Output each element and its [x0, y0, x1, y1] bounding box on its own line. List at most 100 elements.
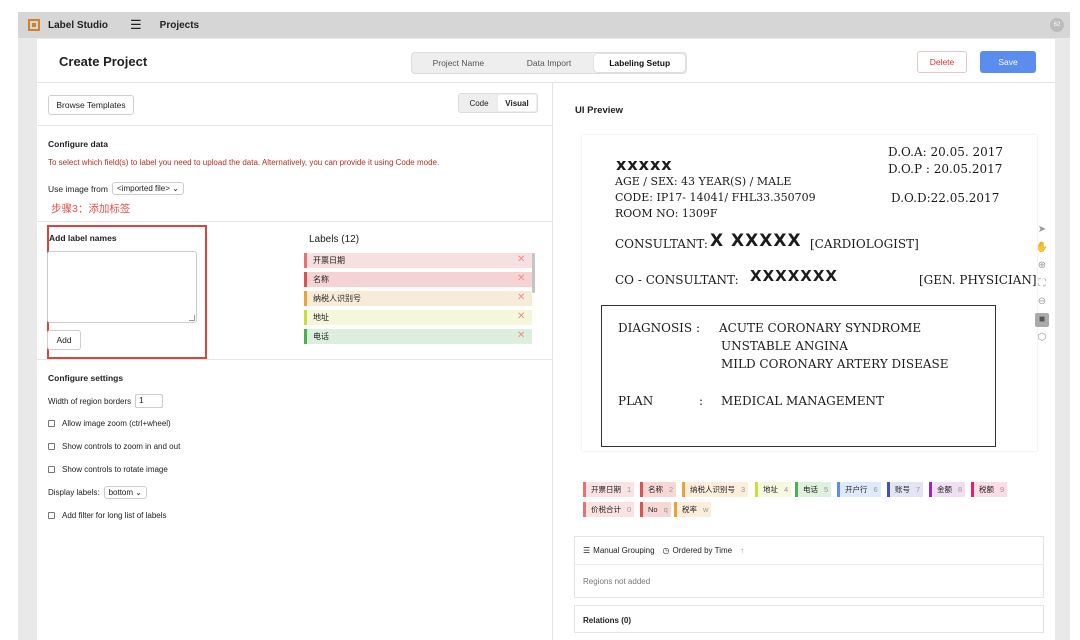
doc-patient-name: xxxxx [616, 155, 673, 174]
display-labels-select[interactable]: bottom ⌄ [103, 486, 147, 499]
image-toolbar: ➤ ✋ ⊕ ⛶ ⊖ ■ ⬡ [1033, 223, 1051, 383]
label-tag-name: 价税合计 [591, 505, 621, 514]
label-tag-hotkey: 5 [824, 485, 829, 494]
doc-co-consultant-name: XXXXXXX [750, 267, 838, 285]
remove-label-icon[interactable]: ✕ [517, 273, 525, 284]
wizard-tabs: Project Name Data Import Labeling Setup [411, 52, 687, 74]
long-list-filter-setting[interactable]: Add filter for long list of labels [48, 511, 167, 520]
rotate-controls-checkbox[interactable] [48, 466, 55, 473]
label-tag[interactable]: 税率 w [674, 502, 712, 517]
rect-icon[interactable]: ■ [1035, 313, 1049, 327]
step-annotation: 步骤3：添加标签 [51, 203, 131, 215]
save-button[interactable]: Save [980, 51, 1036, 73]
allow-zoom-label: Allow image zoom (ctrl+wheel) [62, 419, 171, 428]
label-tag-hotkey: 8 [958, 485, 963, 494]
doc-dod: D.O.D:22.05.2017 [891, 191, 1000, 205]
labels-heading: Labels (12) [309, 234, 360, 245]
label-tag-hotkey: 4 [784, 485, 789, 494]
rotate-controls-setting[interactable]: Show controls to rotate image [48, 465, 168, 474]
page-title: Create Project [59, 54, 148, 69]
doc-consultant-role: [CARDIOLOGIST] [810, 237, 919, 251]
label-names-textarea[interactable] [47, 251, 197, 323]
delete-button[interactable]: Delete [917, 51, 967, 73]
hand-icon[interactable]: ✋ [1035, 241, 1049, 255]
regions-empty-text: Regions not added [583, 576, 651, 586]
label-item: 地址 [304, 310, 532, 325]
label-item-name: 地址 [313, 313, 329, 322]
code-view-button[interactable]: Code [460, 95, 498, 111]
remove-label-icon[interactable]: ✕ [517, 311, 525, 322]
doc-consultant-name: X XXXXX [710, 231, 802, 251]
doc-diagnosis-label: DIAGNOSIS : [618, 321, 700, 335]
label-tag[interactable]: 电话 5 [795, 482, 832, 497]
label-tag[interactable]: 税额 9 [971, 482, 1008, 497]
label-tag-hotkey: 9 [1000, 485, 1005, 494]
avatar[interactable]: 62 [1050, 18, 1064, 32]
display-labels-value: bottom [108, 488, 134, 497]
regions-toolbar: ☰ Manual Grouping ◷ Ordered by Time ↑ [575, 537, 1043, 565]
fit-icon[interactable]: ⛶ [1035, 277, 1049, 291]
label-tag[interactable]: 开票日期 1 [583, 482, 635, 497]
label-tag[interactable]: No q [640, 502, 671, 517]
use-image-from-value: <imported file> [117, 184, 170, 193]
add-label-button[interactable]: Add [47, 330, 81, 350]
region-border-width-input[interactable]: 1 [135, 394, 164, 408]
tab-data-import[interactable]: Data Import [504, 54, 595, 72]
ordered-by-time-button[interactable]: Ordered by Time [673, 546, 733, 555]
label-studio-logo-icon [28, 19, 40, 31]
menu-icon[interactable]: ☰ [130, 17, 142, 33]
label-tag[interactable]: 金额 8 [929, 482, 966, 497]
sort-arrow-icon[interactable]: ↑ [740, 546, 744, 555]
upload-warning: To select which field(s) to label you ne… [48, 158, 440, 167]
remove-label-icon[interactable]: ✕ [517, 254, 525, 265]
remove-label-icon[interactable]: ✕ [517, 330, 525, 341]
long-list-filter-checkbox[interactable] [48, 512, 55, 519]
browse-templates-button[interactable]: Browse Templates [48, 95, 134, 115]
zoom-controls-setting[interactable]: Show controls to zoom in and out [48, 442, 180, 451]
label-tag[interactable]: 开户行 6 [837, 482, 881, 497]
allow-zoom-setting[interactable]: Allow image zoom (ctrl+wheel) [48, 419, 171, 428]
doc-co-consultant-role: [GEN. PHYSICIAN] [919, 273, 1037, 287]
polygon-icon[interactable]: ⬡ [1035, 331, 1049, 345]
label-tag[interactable]: 地址 4 [755, 482, 792, 497]
zoom-out-icon[interactable]: ⊖ [1035, 295, 1049, 309]
region-border-width: Width of region borders 1 [48, 394, 164, 408]
label-tag[interactable]: 账号 7 [887, 482, 924, 497]
use-image-from: Use image from <imported file> ⌄ [48, 182, 184, 195]
label-item: 纳税人识别号 [304, 291, 532, 306]
allow-zoom-checkbox[interactable] [48, 420, 55, 427]
label-tag-hotkey: 7 [916, 485, 921, 494]
doc-dop: D.O.P : 20.05.2017 [888, 162, 1003, 176]
label-item: 电话 [304, 329, 532, 344]
manual-grouping-button[interactable]: Manual Grouping [593, 546, 654, 555]
tab-labeling-setup[interactable]: Labeling Setup [594, 54, 686, 72]
label-tag-hotkey: q [663, 505, 668, 514]
label-tag-name: No [648, 505, 658, 514]
zoom-in-icon[interactable]: ⊕ [1035, 259, 1049, 273]
label-item-name: 纳税人识别号 [313, 294, 361, 303]
relations-heading: Relations (0) [583, 615, 632, 625]
remove-label-icon[interactable]: ✕ [517, 292, 525, 303]
arrow-icon[interactable]: ➤ [1035, 223, 1049, 237]
labels-scrollbar[interactable] [532, 253, 535, 293]
divider [37, 125, 553, 126]
regions-panel: ☰ Manual Grouping ◷ Ordered by Time ↑ Re… [574, 536, 1044, 598]
label-tag[interactable]: 纳税人识别号 3 [682, 482, 749, 497]
zoom-controls-checkbox[interactable] [48, 443, 55, 450]
tab-project-name[interactable]: Project Name [413, 54, 504, 72]
document-image[interactable]: D.O.A: 20.05. 2017 D.O.P : 20.05.2017 xx… [582, 135, 1037, 451]
grouping-icon: ☰ [583, 546, 591, 555]
config-panel: Browse Templates Code Visual Configure d… [37, 83, 553, 640]
visual-view-button[interactable]: Visual [498, 95, 536, 111]
label-tag[interactable]: 价税合计 0 [583, 502, 635, 517]
label-tag[interactable]: 名称 2 [640, 482, 677, 497]
use-image-from-select[interactable]: <imported file> ⌄ [112, 182, 184, 195]
label-tag-name: 税额 [979, 485, 994, 494]
nav-projects[interactable]: Projects [160, 20, 199, 31]
display-labels-setting: Display labels: bottom ⌄ [48, 486, 147, 499]
app-name: Label Studio [48, 19, 108, 31]
view-toggle: Code Visual [458, 93, 538, 113]
app-frame: Label Studio ☰ Projects 62 Create Projec… [18, 12, 1070, 640]
long-list-filter-label: Add filter for long list of labels [62, 511, 167, 520]
doc-diagnosis-1: ACUTE CORONARY SYNDROME [719, 321, 922, 335]
